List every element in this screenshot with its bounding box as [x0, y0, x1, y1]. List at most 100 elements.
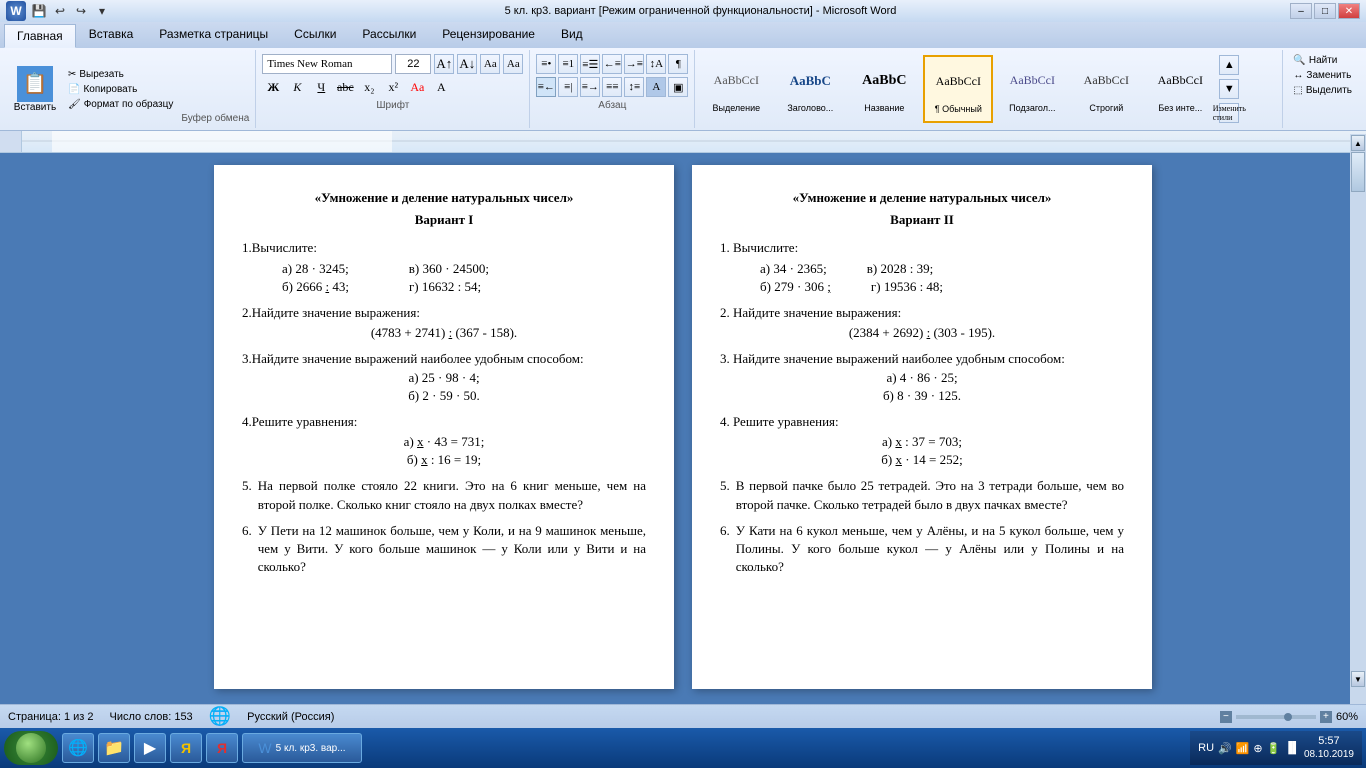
- zoom-in-button[interactable]: +: [1320, 711, 1332, 723]
- increase-indent-button[interactable]: →≡: [624, 54, 644, 74]
- font-size-input[interactable]: [395, 54, 431, 74]
- redo-qat-btn[interactable]: ↪: [72, 2, 90, 20]
- zoom-slider[interactable]: [1236, 715, 1316, 719]
- minimize-button[interactable]: –: [1290, 3, 1312, 19]
- line-spacing-button[interactable]: ↕≡: [624, 77, 644, 97]
- taskbar-explorer-button[interactable]: 📁: [98, 733, 130, 763]
- style-item-normal[interactable]: AaBbCcI ¶ Обычный: [923, 55, 993, 123]
- variant2-task1-g: г) 19536 : 48;: [871, 278, 943, 296]
- superscript-button[interactable]: x²: [382, 77, 404, 97]
- network-icon: 📶: [1236, 742, 1250, 755]
- tab-mailings[interactable]: Рассылки: [349, 22, 429, 48]
- zoom-thumb[interactable]: [1284, 713, 1292, 721]
- variant2-task1-a: а) 34 · 2365;: [760, 260, 827, 278]
- variant2-task5-num: 5.: [720, 477, 730, 513]
- vertical-scrollbar[interactable]: ▲ ▼: [1350, 134, 1366, 704]
- highlight-button[interactable]: A: [430, 77, 452, 97]
- close-button[interactable]: ✕: [1338, 3, 1360, 19]
- page-variant2: «Умножение и деление натуральных чисел» …: [692, 165, 1152, 689]
- signal-icon: ▐▌: [1284, 742, 1300, 754]
- qat-dropdown[interactable]: ▾: [93, 2, 111, 20]
- style-label-nointe: Без инте...: [1158, 103, 1202, 113]
- taskbar-yandex-button[interactable]: Я: [170, 733, 202, 763]
- style-label-name: Название: [864, 103, 904, 113]
- tab-insert[interactable]: Вставка: [76, 22, 147, 48]
- align-right-button[interactable]: ≡→: [580, 77, 600, 97]
- styles-down-arrow[interactable]: ▼: [1219, 79, 1239, 99]
- taskbar-ie-button[interactable]: 🌐: [62, 733, 94, 763]
- align-center-button[interactable]: ≡|: [558, 77, 578, 97]
- scroll-thumb[interactable]: [1351, 152, 1365, 192]
- show-formatting-button[interactable]: ¶: [668, 54, 688, 74]
- format-painter-button[interactable]: 🖌 Формат по образцу: [64, 98, 177, 111]
- taskbar-yandex2-button[interactable]: Я: [206, 733, 238, 763]
- border-button[interactable]: ▣: [668, 77, 688, 97]
- save-qat-btn[interactable]: 💾: [30, 2, 48, 20]
- tab-review[interactable]: Рецензирование: [429, 22, 548, 48]
- change-case-button[interactable]: Aa: [503, 54, 523, 74]
- shading-button[interactable]: A: [646, 77, 666, 97]
- align-left-button[interactable]: ≡←: [536, 77, 556, 97]
- style-item-name[interactable]: AaBbC Название: [849, 55, 919, 123]
- undo-qat-btn[interactable]: ↩: [51, 2, 69, 20]
- variant2-task4-a: а) x : 37 = 703;: [720, 433, 1124, 451]
- style-item-vydelenie[interactable]: AaBbCcI Выделение: [701, 55, 771, 123]
- taskbar-word-button[interactable]: W 5 кл. кр3. вар...: [242, 733, 362, 763]
- style-item-strict[interactable]: AaBbCcI Строгий: [1071, 55, 1141, 123]
- zoom-out-button[interactable]: −: [1220, 711, 1232, 723]
- numbering-button[interactable]: ≡1: [558, 54, 578, 74]
- sort-button[interactable]: ↕A: [646, 54, 666, 74]
- tab-home[interactable]: Главная: [4, 24, 76, 48]
- tab-view[interactable]: Вид: [548, 22, 596, 48]
- style-preview-name: AaBbC: [850, 58, 918, 103]
- variant1-task4-header: 4.Решите уравнения:: [242, 413, 646, 431]
- style-item-subheading[interactable]: AaBbCcI Подзагол...: [997, 55, 1067, 123]
- clear-format-button[interactable]: Aa: [480, 54, 500, 74]
- word-icon: W: [6, 1, 26, 21]
- taskbar-mediaplayer-button[interactable]: ▶: [134, 733, 166, 763]
- font-row2: Ж К Ч abc x₂ x² Aa A: [262, 77, 523, 97]
- variant2-task5-text: В первой пачке было 25 тетрадей. Это на …: [736, 477, 1124, 513]
- variant2-task4: 4. Решите уравнения: а) x : 37 = 703; б)…: [720, 413, 1124, 470]
- variant2-task1-row1: а) 34 · 2365; в) 2028 : 39;: [760, 260, 1124, 278]
- styles-up-arrow[interactable]: ▲: [1219, 55, 1239, 75]
- tab-pagelayout[interactable]: Разметка страницы: [146, 22, 281, 48]
- select-button[interactable]: ⬚ Выделить: [1289, 84, 1356, 97]
- style-label-strict: Строгий: [1089, 103, 1123, 113]
- bullets-button[interactable]: ≡•: [536, 54, 556, 74]
- copy-button[interactable]: 📄 Копировать: [64, 83, 177, 96]
- font-color-button[interactable]: Aa: [406, 77, 428, 97]
- zoom-control[interactable]: − + 60%: [1220, 711, 1358, 723]
- multilevel-button[interactable]: ≡☰: [580, 54, 600, 74]
- grow-font-button[interactable]: A↑: [434, 54, 454, 74]
- cut-button[interactable]: ✂ Вырезать: [64, 68, 177, 81]
- yandex-icon: Я: [181, 740, 191, 756]
- scroll-down-button[interactable]: ▼: [1351, 671, 1365, 687]
- paragraph-row1: ≡• ≡1 ≡☰ ←≡ →≡ ↕A ¶: [536, 54, 688, 74]
- bold-button[interactable]: Ж: [262, 77, 284, 97]
- justify-button[interactable]: ≡≡: [602, 77, 622, 97]
- decrease-indent-button[interactable]: ←≡: [602, 54, 622, 74]
- style-item-nointe[interactable]: AaBbCcI Без инте...: [1145, 55, 1215, 123]
- italic-button[interactable]: К: [286, 77, 308, 97]
- font-row1: A↑ A↓ Aa Aa: [262, 54, 523, 74]
- variant1-task1-header: 1.Вычислите:: [242, 239, 646, 257]
- underline-button[interactable]: Ч: [310, 77, 332, 97]
- start-button[interactable]: [4, 731, 58, 765]
- shrink-font-button[interactable]: A↓: [457, 54, 477, 74]
- subscript-button[interactable]: x₂: [358, 77, 380, 97]
- strikethrough-button[interactable]: abc: [334, 77, 356, 97]
- font-name-input[interactable]: [262, 54, 392, 74]
- variant2-task6-num: 6.: [720, 522, 730, 577]
- paste-button[interactable]: 📋 Вставить: [10, 54, 60, 124]
- taskbar: 🌐 📁 ▶ Я Я W 5 кл. кр3. вар... RU 🔊 📶 ⊕ 🔋…: [0, 728, 1366, 768]
- styles-more-button[interactable]: Изменить стили: [1219, 103, 1239, 123]
- scroll-up-button[interactable]: ▲: [1351, 135, 1365, 151]
- style-item-heading[interactable]: AaBbC Заголово...: [775, 55, 845, 123]
- style-preview-vydelenie: AaBbCcI: [702, 58, 770, 103]
- replace-button[interactable]: ↔ Заменить: [1289, 69, 1356, 82]
- find-button[interactable]: 🔍 Найти: [1289, 54, 1356, 67]
- maximize-button[interactable]: □: [1314, 3, 1336, 19]
- language: Русский (Россия): [247, 711, 334, 723]
- tab-links[interactable]: Ссылки: [281, 22, 349, 48]
